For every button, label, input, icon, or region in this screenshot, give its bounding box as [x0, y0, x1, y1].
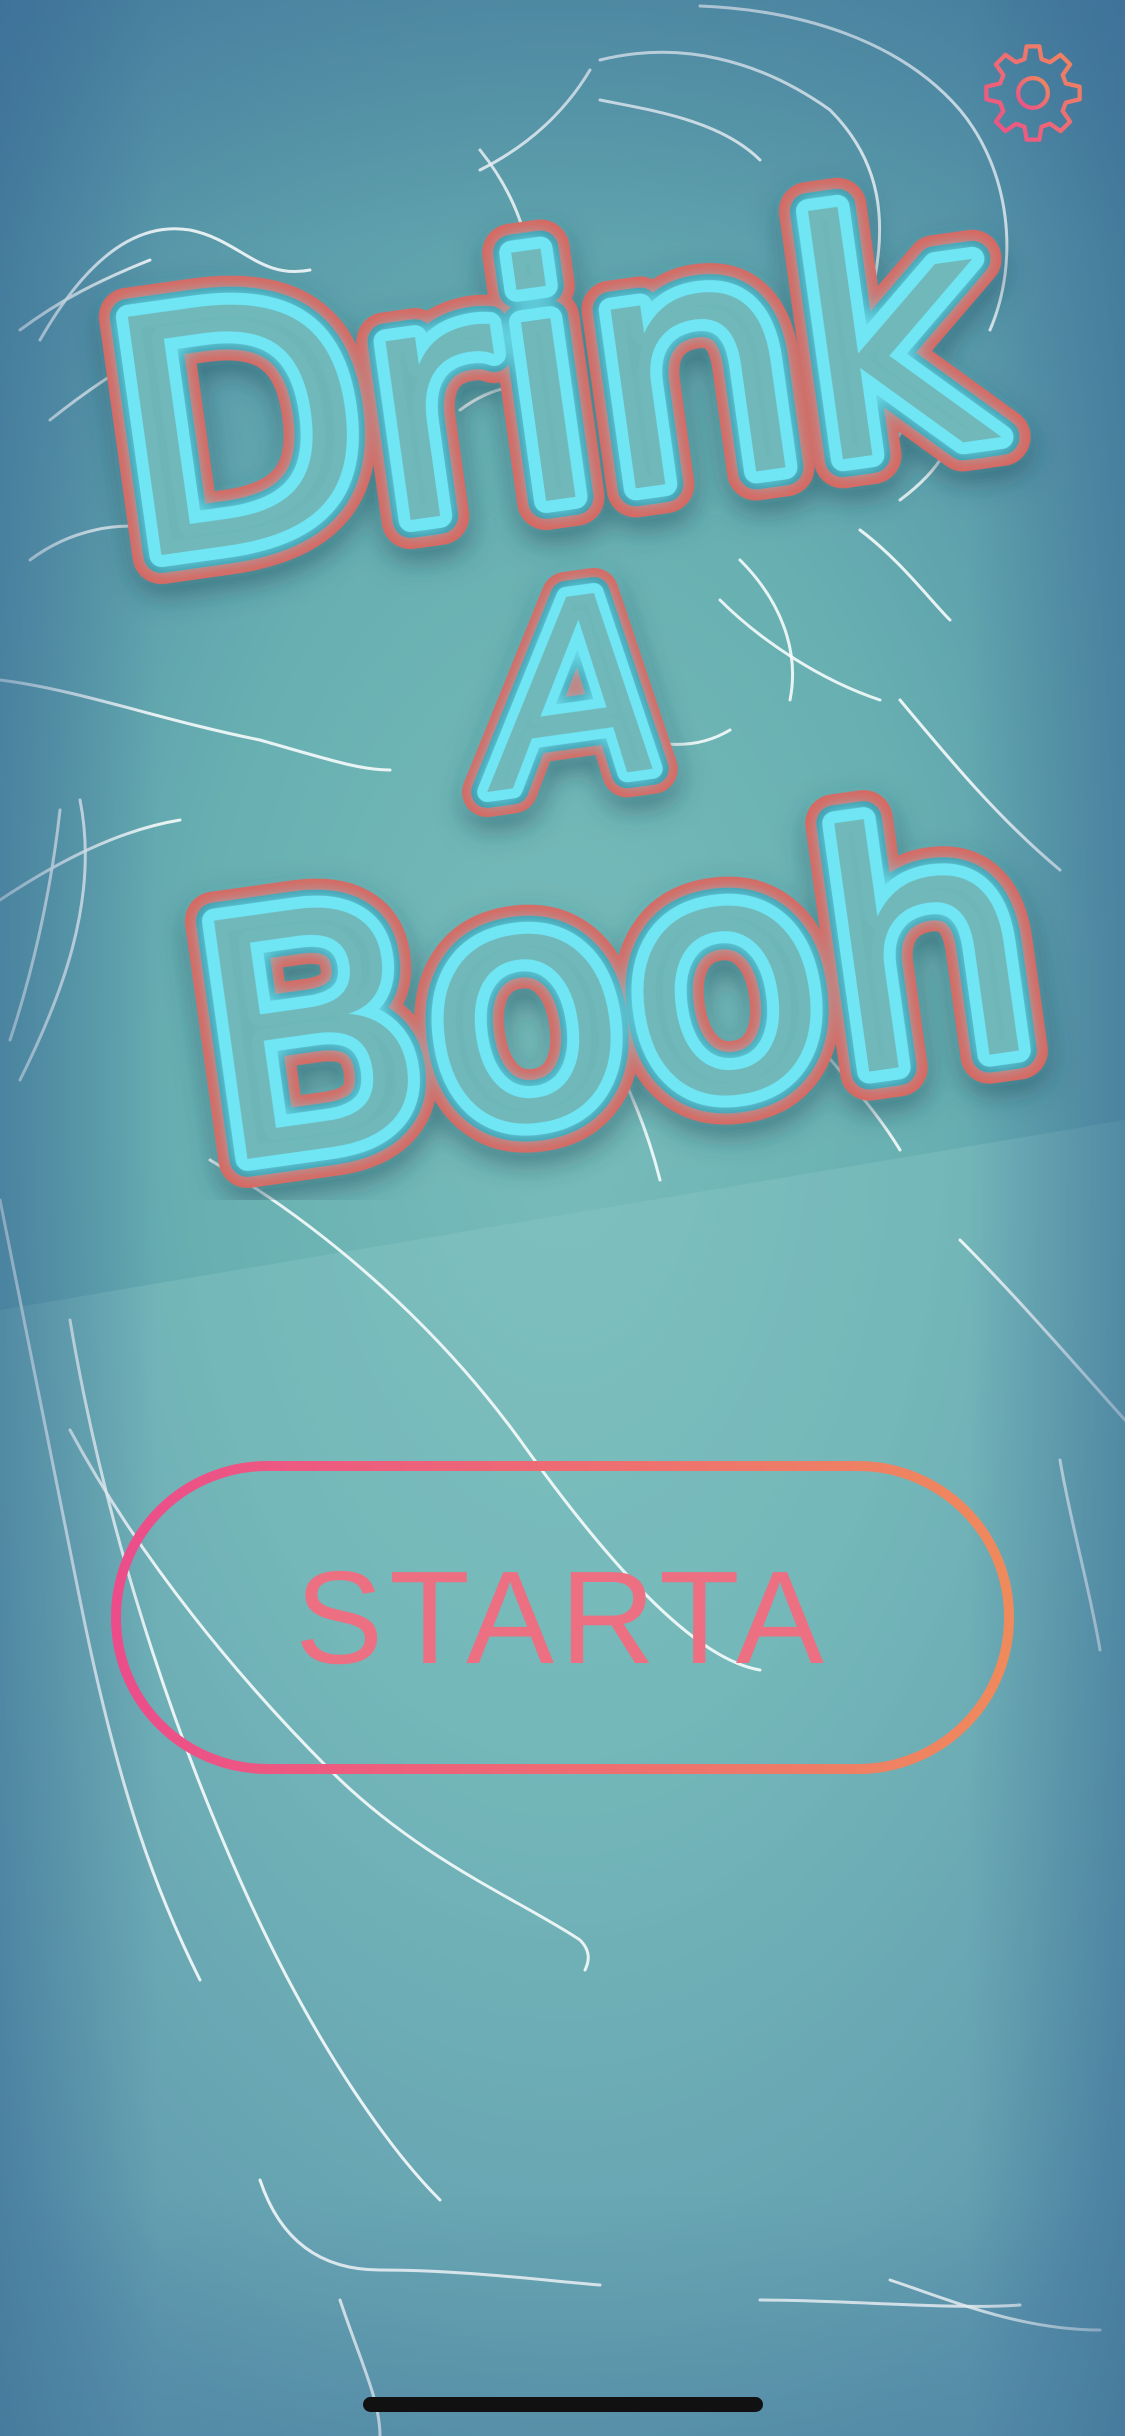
background-vignette [0, 0, 1125, 2436]
settings-button[interactable] [980, 40, 1086, 146]
app-logo: Drink Drink Drink Drink A A A A Booh Boo… [0, 0, 1125, 1200]
background-panel [0, 1120, 1125, 2436]
logo-line1-outline: Drink [87, 134, 1014, 637]
logo-line2-tube: A [454, 537, 678, 851]
logo-line1-tube-edge: Drink [87, 134, 1014, 637]
gear-icon [984, 44, 1082, 142]
home-indicator[interactable] [363, 2397, 763, 2412]
logo-line2-outline: A [454, 537, 678, 851]
logo-line3-outline: Booh [173, 744, 1058, 1200]
app-screen: Drink Drink Drink Drink A A A A Booh Boo… [0, 0, 1125, 2436]
logo-line2-tube-edge: A [454, 537, 678, 851]
start-button-label: STARTA [295, 1544, 830, 1691]
logo-line3-fill: Booh [173, 744, 1058, 1200]
logo-line3-tube-edge: Booh [173, 744, 1058, 1200]
logo-line3-tube: Booh [173, 744, 1058, 1200]
logo-line2-fill: A [454, 537, 678, 851]
logo-line1-fill: Drink [87, 134, 1014, 637]
background-sketch [0, 4, 1125, 2436]
logo-line1-tube: Drink [87, 134, 1014, 637]
start-button[interactable]: STARTA [110, 1460, 1015, 1775]
